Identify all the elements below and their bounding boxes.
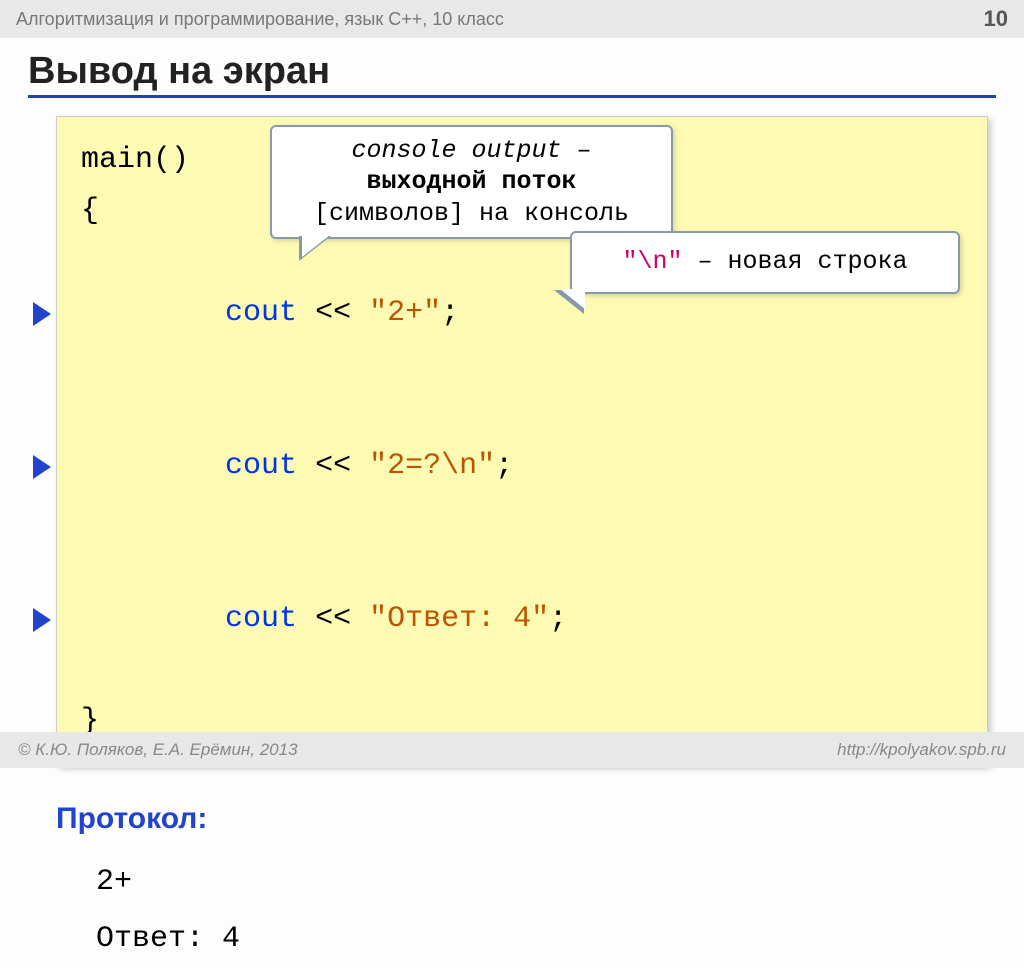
code-line-cout-3: cout << "Ответ: 4"; — [81, 543, 963, 696]
play-arrow-icon — [33, 302, 51, 326]
footer-url: http://kpolyakov.spb.ru — [837, 740, 1006, 760]
code-line-cout-2: cout << "2=?\n"; — [81, 390, 963, 543]
page-title: Вывод на экран — [28, 50, 996, 98]
callout-console-output: console output – выходной поток [символо… — [270, 125, 673, 239]
cout-keyword: cout — [225, 449, 297, 483]
cout-keyword: cout — [225, 602, 297, 636]
footer-bar: © К.Ю. Поляков, Е.А. Ерёмин, 2013 http:/… — [0, 732, 1024, 768]
callout-bold: выходной поток — [366, 167, 576, 196]
slide-content: Вывод на экран main() { cout << "2+"; co… — [0, 38, 1024, 968]
copyright-text: © К.Ю. Поляков, Е.А. Ерёмин, 2013 — [18, 740, 298, 760]
string-literal: "Ответ: 4" — [369, 602, 549, 636]
protocol-title: Протокол: — [56, 802, 996, 836]
string-literal: "2=?\n" — [369, 449, 495, 483]
escape-sequence: "\n" — [622, 247, 682, 276]
play-arrow-icon — [33, 608, 51, 632]
string-literal: "2+" — [369, 296, 441, 330]
callout-italic: console output — [351, 136, 561, 165]
protocol-output: 2+ Ответ: 4 — [96, 854, 996, 968]
protocol-section: Протокол: 2+ Ответ: 4 — [56, 802, 996, 968]
code-block: main() { cout << "2+"; cout << "2=?\n"; … — [56, 116, 988, 766]
cout-keyword: cout — [225, 296, 297, 330]
callout-newline: "\n" – новая строка — [570, 231, 960, 294]
play-arrow-icon — [33, 455, 51, 479]
callout-tail-icon — [560, 289, 585, 309]
header-bar: Алгоритмизация и программирование, язык … — [0, 0, 1024, 38]
callout-tail-icon — [302, 235, 330, 257]
page-number: 10 — [984, 6, 1008, 32]
breadcrumb: Алгоритмизация и программирование, язык … — [16, 9, 504, 30]
